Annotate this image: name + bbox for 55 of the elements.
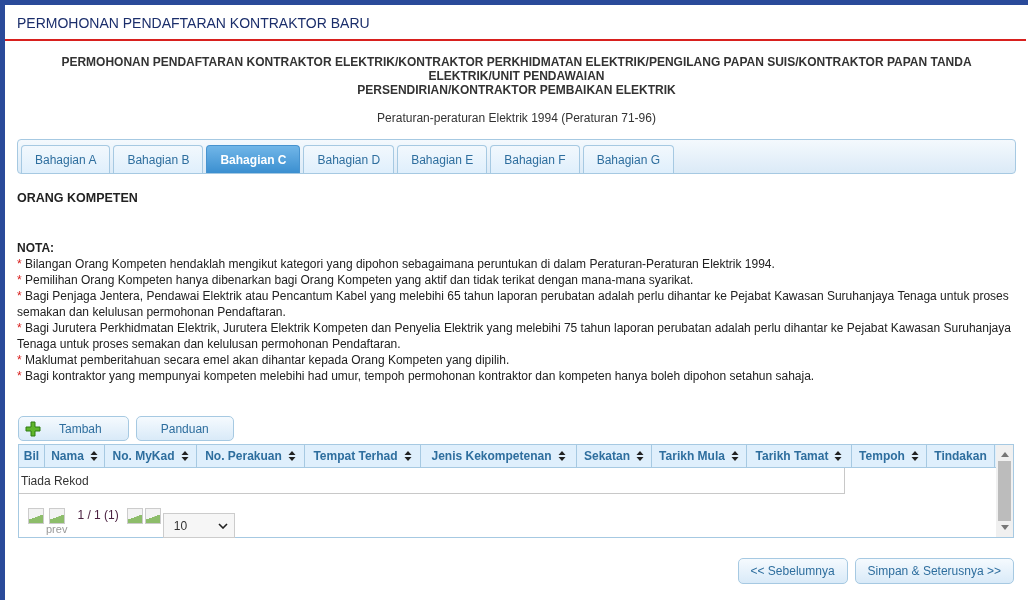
nav-button[interactable]: Simpan & Seterusnya >> [854,558,1014,584]
sort-icon [403,450,412,462]
section-tab[interactable]: Bahagian D [303,145,395,173]
section-tab[interactable]: Bahagian C [206,145,301,173]
note-text: * Bagi Penjaga Jentera, Pendawai Elektrik atau Pencantum Kabel yang melebihi 65 tahun laporan perubatan adalah perlu dihantar ke Pejabat Kawasan Suruhanjaya Tenaga untuk proses semakan dan kelulusan permohonan Pendaftaran. [17,288,1010,320]
page-title: PERMOHONAN PENDAFTARAN KONTRAKTOR BARU [17,15,370,31]
notes-title: NOTA: [17,240,56,256]
column-header[interactable]: Nama [45,445,105,467]
column-header[interactable]: No. Perakuan [197,445,305,467]
sort-icon [557,450,566,462]
column-header[interactable]: Tarikh Tamat [747,445,852,467]
column-header: Tindakan [927,445,995,467]
column-header[interactable]: Tarikh Mula [652,445,747,467]
vertical-scrollbar[interactable] [996,445,1013,537]
section-tab[interactable]: Bahagian A [21,145,111,173]
sort-icon [834,450,843,462]
note-text: * Maklumat pemberitahuan secara emel akan dihantar kepada Orang Kompeten yang dipilih. [17,352,511,368]
toolbar-button[interactable]: Panduan [135,416,234,441]
last-page-icon[interactable] [144,508,161,524]
note-text: * Pemilihan Orang Kompeten hanya dibenarkan bagi Orang Kompeten yang aktif dan tidak terikat dengan mana-mana syarikat. [17,272,695,288]
sort-icon [730,450,739,462]
column-header: Bil [19,445,45,467]
column-header[interactable]: Tempoh [852,445,927,467]
note-text: * Bagi kontraktor yang mempunyai kompeten melebihi had umur, tempoh permohonan kontraktor dan kompeten hanya boleh dipohon setahun sahaja. [17,368,816,384]
column-header[interactable]: Tempat Terhad [305,445,421,467]
form-heading: PERMOHONAN PENDAFTARAN KONTRAKTOR ELEKTRIK/KONTRAKTOR PERKHIDMATAN ELEKTRIK/PENGILANG PAPAN SUIS/KONTRAKTOR PAPAN TANDA [60,55,973,69]
next-page-icon[interactable] [126,508,143,524]
section-tab[interactable]: Bahagian E [397,145,488,173]
sort-icon [89,450,98,462]
column-header[interactable]: Jenis Kekompetenan [421,445,577,467]
plus-icon [25,420,41,437]
note-text: * Bagi Jurutera Perkhidmatan Elektrik, Jurutera Elektrik Kompeten dan Penyelia Elektrik yang melebihi 75 tahun laporan perubatan adalah perlu dihantar ke Pejabat Kawasan Suruhanjaya Tenaga untuk proses semakan dan kelulusan permohonan Pendaftaran. [17,320,1012,352]
sort-icon [636,450,644,462]
page-info: 1 / 1 (1) [77,508,119,522]
toolbar-button[interactable]: Tambah [18,416,129,441]
section-tab[interactable]: Bahagian G [582,145,675,173]
form-heading: ELEKTRIK/UNIT PENDAWAIAN [427,69,606,83]
nav-button[interactable]: << Sebelumnya [737,558,848,584]
section-tab[interactable]: Bahagian F [490,145,580,173]
previous-page-icon[interactable] [48,508,65,524]
column-header[interactable]: No. MyKad [105,445,197,467]
sort-icon [287,450,296,462]
regulation-subtitle: Peraturan-peraturan Elektrik 1994 (Peraturan 71-96) [376,111,657,125]
prev-alt-text: prev [46,524,68,535]
sort-icon [910,450,919,462]
page-size-select[interactable]: 10 [162,513,235,538]
form-heading: PERSENDIRIAN/KONTRAKTOR PEMBAIKAN ELEKTRIK [356,83,677,97]
note-text: * Bilangan Orang Kompeten hendaklah mengikut kategori yang dipohon sebagaimana peruntukan di dalam Peraturan-Peraturan Elektrik 1994. [17,256,776,272]
first-page-icon[interactable] [28,508,44,524]
column-header[interactable]: Sekatan [577,445,652,467]
empty-message: Tiada Rekod [19,468,845,494]
chevron-down-icon [217,522,228,529]
section-tab[interactable]: Bahagian B [113,145,204,173]
section-title: ORANG KOMPETEN [17,191,139,205]
sort-icon [180,450,189,462]
